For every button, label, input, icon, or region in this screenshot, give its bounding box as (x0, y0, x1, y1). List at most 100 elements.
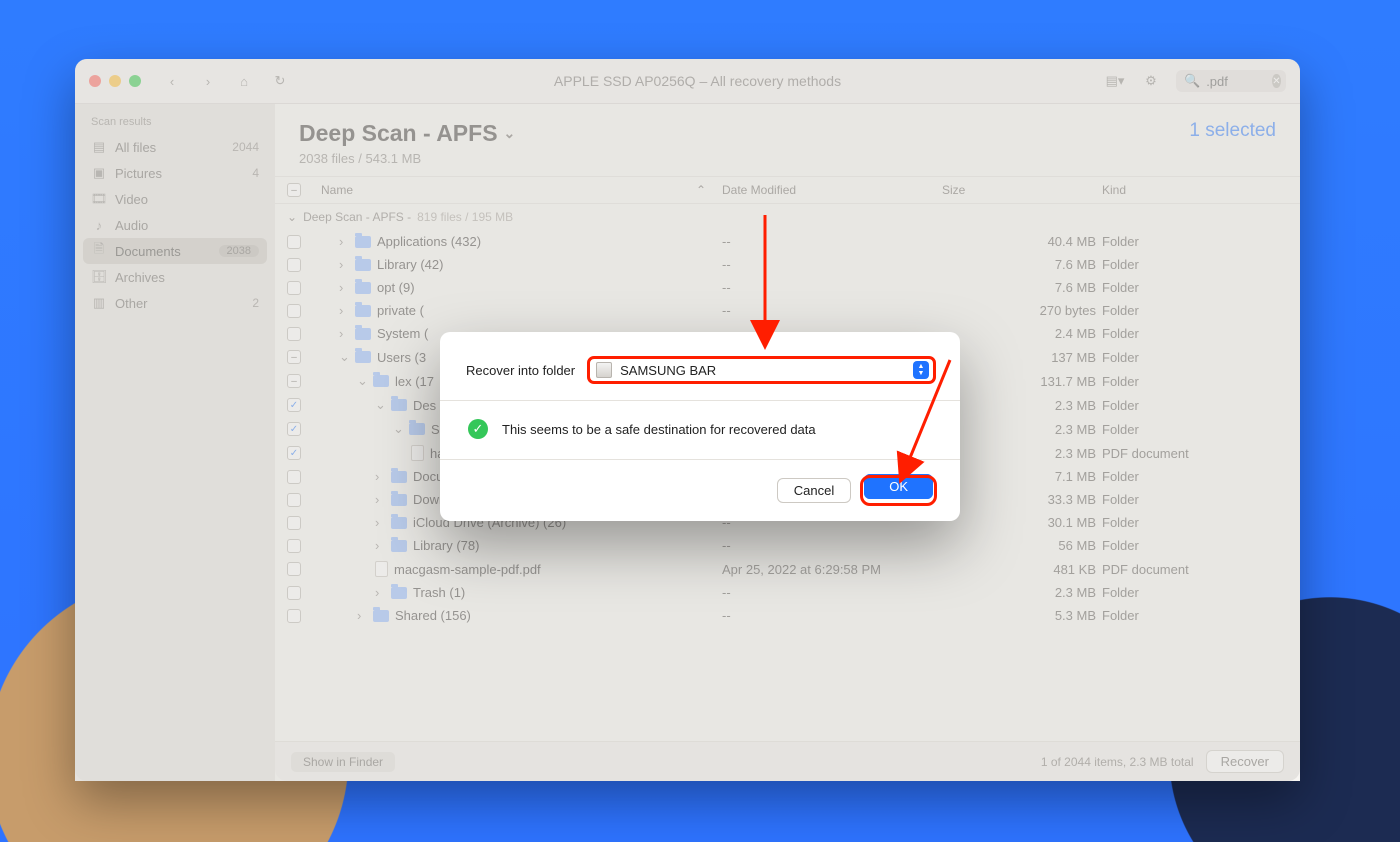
minimize-window-button[interactable] (109, 75, 121, 87)
sidebar-item-count: 4 (252, 166, 259, 180)
column-size[interactable]: Size (942, 183, 1102, 197)
table-row[interactable]: ›Library (78)--56 MBFolder (275, 534, 1300, 557)
table-row[interactable]: ›Shared (156)--5.3 MBFolder (275, 604, 1300, 627)
row-size: 7.6 MB (942, 280, 1102, 295)
row-checkbox[interactable] (287, 539, 301, 553)
recover-button[interactable]: Recover (1206, 750, 1284, 773)
chevron-right-icon[interactable]: › (339, 280, 349, 295)
row-checkbox[interactable] (287, 446, 301, 460)
table-row[interactable]: ›private (--270 bytesFolder (275, 299, 1300, 322)
rescan-icon[interactable]: ↻ (269, 70, 291, 92)
column-headers: – Name⌃ Date Modified Size Kind (275, 176, 1300, 204)
column-date[interactable]: Date Modified (722, 183, 942, 197)
row-name-cell[interactable]: ›Shared (156) (321, 608, 722, 623)
folder-icon (391, 494, 407, 506)
row-name: S (431, 422, 440, 437)
row-checkbox[interactable] (287, 562, 301, 576)
row-checkbox[interactable] (287, 516, 301, 530)
row-size: 30.1 MB (942, 515, 1102, 530)
row-checkbox[interactable] (287, 374, 301, 388)
chevron-right-icon[interactable]: › (339, 326, 349, 341)
selection-status: 1 of 2044 items, 2.3 MB total (1041, 755, 1194, 769)
table-row[interactable]: ›Trash (1)--2.3 MBFolder (275, 581, 1300, 604)
divider (440, 400, 960, 401)
sidebar-item-count: 2 (252, 296, 259, 310)
table-row[interactable]: ›Applications (432)--40.4 MBFolder (275, 230, 1300, 253)
row-checkbox[interactable] (287, 281, 301, 295)
row-checkbox[interactable] (287, 258, 301, 272)
row-checkbox[interactable] (287, 586, 301, 600)
sidebar-item-other[interactable]: ▥ Other 2 (83, 290, 267, 316)
nav-back-button[interactable]: ‹ (161, 70, 183, 92)
chevron-right-icon[interactable]: › (375, 515, 385, 530)
row-size: 270 bytes (942, 303, 1102, 318)
row-size: 56 MB (942, 538, 1102, 553)
chevron-down-icon[interactable]: ⌄ (339, 349, 349, 365)
home-icon[interactable]: ⌂ (233, 70, 255, 92)
row-name-cell[interactable]: macgasm-sample-pdf.pdf (321, 561, 722, 577)
chevron-right-icon[interactable]: › (375, 585, 385, 600)
search-field[interactable]: 🔍 ✕ (1176, 70, 1286, 92)
folder-icon (355, 351, 371, 363)
row-kind: Folder (1102, 469, 1282, 484)
sidebar-item-video[interactable]: 🎞 Video (83, 186, 267, 212)
chevron-down-icon[interactable]: ⌄ (393, 421, 403, 437)
row-checkbox[interactable] (287, 398, 301, 412)
chevron-right-icon[interactable]: › (357, 608, 367, 623)
row-name: macgasm-sample-pdf.pdf (394, 562, 541, 577)
row-kind: Folder (1102, 422, 1282, 437)
row-checkbox[interactable] (287, 422, 301, 436)
chevron-right-icon[interactable]: › (375, 492, 385, 507)
row-name-cell[interactable]: ›Trash (1) (321, 585, 722, 600)
filter-icon[interactable]: ⚙ (1140, 70, 1162, 92)
table-row[interactable]: ›opt (9)--7.6 MBFolder (275, 276, 1300, 299)
table-row[interactable]: ›Library (42)--7.6 MBFolder (275, 253, 1300, 276)
chevron-right-icon[interactable]: › (375, 538, 385, 553)
row-name-cell[interactable]: ›opt (9) (321, 280, 722, 295)
select-all-checkbox[interactable]: – (287, 183, 301, 197)
row-checkbox[interactable] (287, 235, 301, 249)
row-name-cell[interactable]: ›private ( (321, 303, 722, 318)
chevron-right-icon[interactable]: › (375, 469, 385, 484)
destination-select[interactable]: SAMSUNG BAR ▲▼ (589, 358, 934, 382)
row-checkbox[interactable] (287, 493, 301, 507)
table-row[interactable]: macgasm-sample-pdf.pdfApr 25, 2022 at 6:… (275, 557, 1300, 581)
zoom-window-button[interactable] (129, 75, 141, 87)
sidebar-item-archives[interactable]: 🗄 Archives (83, 264, 267, 290)
all-files-icon: ▤ (91, 139, 107, 155)
sidebar-item-audio[interactable]: ♪ Audio (83, 212, 267, 238)
page-title[interactable]: Deep Scan - APFS ⌄ (299, 120, 515, 147)
row-name-cell[interactable]: ›Applications (432) (321, 234, 722, 249)
row-kind: Folder (1102, 326, 1282, 341)
row-name-cell[interactable]: › Library (42) (321, 257, 722, 272)
search-input[interactable] (1206, 74, 1266, 89)
row-name-cell[interactable]: ›Library (78) (321, 538, 722, 553)
row-name: Library (42) (377, 257, 443, 272)
sidebar-item-pictures[interactable]: ▣ Pictures 4 (83, 160, 267, 186)
cancel-button[interactable]: Cancel (777, 478, 851, 503)
clear-search-button[interactable]: ✕ (1272, 74, 1280, 88)
chevron-right-icon[interactable]: › (339, 234, 349, 249)
row-checkbox[interactable] (287, 327, 301, 341)
row-checkbox[interactable] (287, 350, 301, 364)
sidebar-item-count: 2038 (219, 245, 259, 257)
sidebar-item-all-files[interactable]: ▤ All files 2044 (83, 134, 267, 160)
column-name[interactable]: Name⌃ (321, 183, 722, 197)
close-window-button[interactable] (89, 75, 101, 87)
row-size: 2.3 MB (942, 585, 1102, 600)
chevron-right-icon[interactable]: › (339, 257, 349, 272)
row-size: 5.3 MB (942, 608, 1102, 623)
chevron-down-icon[interactable]: ⌄ (357, 373, 367, 389)
nav-forward-button[interactable]: › (197, 70, 219, 92)
group-header[interactable]: ⌄ Deep Scan - APFS - 819 files / 195 MB (275, 204, 1300, 230)
chevron-down-icon[interactable]: ⌄ (375, 397, 385, 413)
column-kind[interactable]: Kind (1102, 183, 1282, 197)
row-checkbox[interactable] (287, 609, 301, 623)
row-checkbox[interactable] (287, 304, 301, 318)
sidebar-item-documents[interactable]: 🗎 Documents 2038 (83, 238, 267, 264)
row-checkbox[interactable] (287, 470, 301, 484)
show-in-finder-button[interactable]: Show in Finder (291, 752, 395, 772)
chevron-right-icon[interactable]: › (339, 303, 349, 318)
view-options-icon[interactable]: ▤▾ (1104, 70, 1126, 92)
sort-asc-icon: ⌃ (696, 183, 722, 197)
